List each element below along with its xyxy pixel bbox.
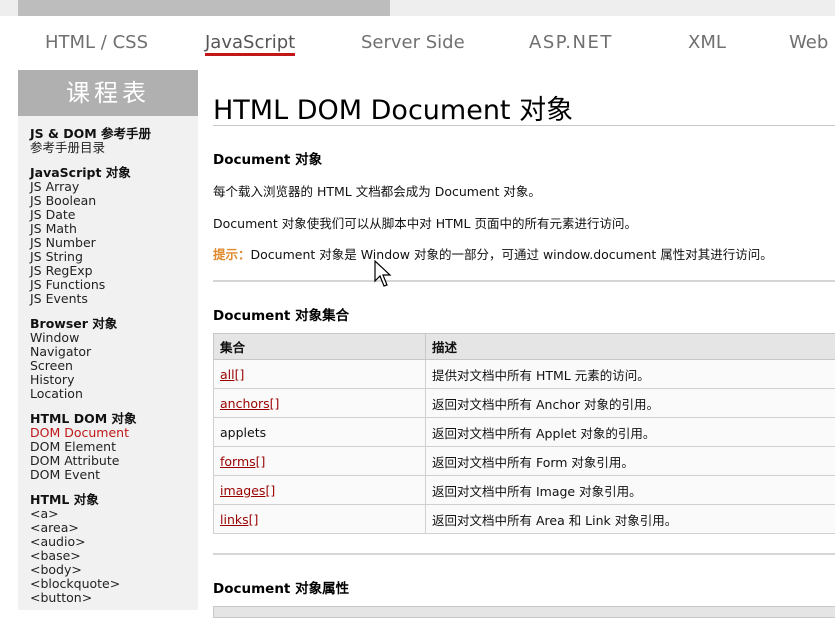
sidebar-item-dom-attribute[interactable]: DOM Attribute bbox=[30, 454, 198, 468]
section-heading-properties: Document 对象属性 bbox=[213, 577, 349, 597]
table-cell-description: 返回对文档中所有 Form 对象引用。 bbox=[426, 447, 835, 476]
sidebar-item-js-functions[interactable]: JS Functions bbox=[30, 278, 198, 292]
sidebar-item-tag-area[interactable]: <area> bbox=[30, 521, 198, 535]
link-all[interactable]: all[] bbox=[220, 367, 244, 382]
sidebar-item-tag-base[interactable]: <base> bbox=[30, 549, 198, 563]
sidebar-group-javascript: JavaScript 对象 JS Array JS Boolean JS Dat… bbox=[18, 165, 198, 306]
sidebar-item-tag-a[interactable]: <a> bbox=[30, 507, 198, 521]
sidebar-item-dom-event[interactable]: DOM Event bbox=[30, 468, 198, 482]
sidebar-item-tag-body[interactable]: <body> bbox=[30, 563, 198, 577]
sidebar-item-js-math[interactable]: JS Math bbox=[30, 222, 198, 236]
sidebar-item-tag-button[interactable]: <button> bbox=[30, 591, 198, 605]
table-header-row: 集合 描述 bbox=[214, 334, 835, 360]
table-cell-description: 返回对文档中所有 Area 和 Link 对象引用。 bbox=[426, 505, 835, 534]
column-header-description: 描述 bbox=[426, 334, 835, 360]
table-row: links[] 返回对文档中所有 Area 和 Link 对象引用。 bbox=[214, 505, 835, 534]
sidebar-group-title: HTML DOM 对象 bbox=[30, 411, 198, 426]
sidebar-item-js-date[interactable]: JS Date bbox=[30, 208, 198, 222]
sidebar-group-html-objects: HTML 对象 <a> <area> <audio> <base> <body>… bbox=[18, 492, 198, 605]
top-bar-highlight bbox=[18, 0, 390, 16]
tab-web[interactable]: Web bbox=[789, 32, 828, 53]
sidebar-group-html-dom: HTML DOM 对象 DOM Document DOM Element DOM… bbox=[18, 411, 198, 482]
tip-label: 提示： bbox=[213, 247, 251, 262]
sidebar-item-dom-document[interactable]: DOM Document bbox=[30, 426, 198, 440]
table-row: anchors[] 返回对文档中所有 Anchor 对象的引用。 bbox=[214, 389, 835, 418]
tab-xml[interactable]: XML bbox=[688, 32, 726, 53]
sidebar-item-js-array[interactable]: JS Array bbox=[30, 180, 198, 194]
sidebar-header: 课程表 bbox=[18, 70, 198, 116]
paragraph-document-intro: 每个载入浏览器的 HTML 文档都会成为 Document 对象。 bbox=[213, 181, 541, 200]
sidebar-item-window[interactable]: Window bbox=[30, 331, 198, 345]
link-images[interactable]: images[] bbox=[220, 483, 275, 498]
table-cell-name: images[] bbox=[214, 476, 426, 505]
table-cell-name: all[] bbox=[214, 360, 426, 389]
sidebar-item-location[interactable]: Location bbox=[30, 387, 198, 401]
collections-table: 集合 描述 all[] 提供对文档中所有 HTML 元素的访问。 anchors… bbox=[213, 333, 835, 534]
sidebar-group-title: Browser 对象 bbox=[30, 316, 198, 331]
top-bar bbox=[0, 0, 835, 16]
sidebar-group-title: JavaScript 对象 bbox=[30, 165, 198, 180]
table-row: images[] 返回对文档中所有 Image 对象引用。 bbox=[214, 476, 835, 505]
tab-html-css[interactable]: HTML / CSS bbox=[45, 32, 148, 53]
sidebar-item-tag-audio[interactable]: <audio> bbox=[30, 535, 198, 549]
title-divider bbox=[213, 125, 835, 126]
link-anchors[interactable]: anchors[] bbox=[220, 396, 279, 411]
table-cell-name: applets bbox=[214, 418, 426, 447]
section-heading-collections: Document 对象集合 bbox=[213, 304, 349, 324]
sidebar-item-screen[interactable]: Screen bbox=[30, 359, 198, 373]
tip-paragraph: 提示：Document 对象是 Window 对象的一部分，可通过 window… bbox=[213, 244, 773, 263]
sidebar-item-js-events[interactable]: JS Events bbox=[30, 292, 198, 306]
link-forms[interactable]: forms[] bbox=[220, 454, 265, 469]
tip-text: Document 对象是 Window 对象的一部分，可通过 window.do… bbox=[251, 247, 773, 262]
table-cell-description: 返回对文档中所有 Applet 对象的引用。 bbox=[426, 418, 835, 447]
sidebar-item-dom-element[interactable]: DOM Element bbox=[30, 440, 198, 454]
table-cell-name: anchors[] bbox=[214, 389, 426, 418]
tab-aspnet[interactable]: ASP.NET bbox=[529, 32, 613, 53]
mouse-pointer-icon bbox=[374, 260, 394, 288]
sidebar-group-title: HTML 对象 bbox=[30, 492, 198, 507]
page-title: HTML DOM Document 对象 bbox=[213, 88, 573, 127]
sidebar-item-js-string[interactable]: JS String bbox=[30, 250, 198, 264]
table-row: applets 返回对文档中所有 Applet 对象的引用。 bbox=[214, 418, 835, 447]
top-nav: HTML / CSS JavaScript Server Side ASP.NE… bbox=[18, 24, 835, 62]
properties-table-header bbox=[213, 606, 835, 618]
tab-javascript[interactable]: JavaScript bbox=[205, 32, 295, 56]
sidebar-item-js-number[interactable]: JS Number bbox=[30, 236, 198, 250]
table-cell-description: 返回对文档中所有 Image 对象引用。 bbox=[426, 476, 835, 505]
table-row: forms[] 返回对文档中所有 Form 对象引用。 bbox=[214, 447, 835, 476]
tab-server-side[interactable]: Server Side bbox=[361, 32, 465, 53]
paragraph-document-access: Document 对象使我们可以从脚本中对 HTML 页面中的所有元素进行访问。 bbox=[213, 213, 637, 232]
sidebar-item-js-regexp[interactable]: JS RegExp bbox=[30, 264, 198, 278]
section-divider bbox=[213, 553, 835, 555]
sidebar-item-js-boolean[interactable]: JS Boolean bbox=[30, 194, 198, 208]
table-row: all[] 提供对文档中所有 HTML 元素的访问。 bbox=[214, 360, 835, 389]
section-heading-document: Document 对象 bbox=[213, 148, 322, 168]
link-links[interactable]: links[] bbox=[220, 512, 258, 527]
table-cell-name: links[] bbox=[214, 505, 426, 534]
section-divider bbox=[213, 280, 835, 282]
sidebar-group-reference: JS & DOM 参考手册 参考手册目录 bbox=[18, 126, 198, 155]
table-cell-description: 提供对文档中所有 HTML 元素的访问。 bbox=[426, 360, 835, 389]
sidebar-item-navigator[interactable]: Navigator bbox=[30, 345, 198, 359]
table-cell-name: forms[] bbox=[214, 447, 426, 476]
sidebar-item-reference-index[interactable]: 参考手册目录 bbox=[30, 141, 198, 155]
sidebar-group-browser: Browser 对象 Window Navigator Screen Histo… bbox=[18, 316, 198, 401]
sidebar: 课程表 JS & DOM 参考手册 参考手册目录 JavaScript 对象 J… bbox=[18, 70, 198, 610]
table-cell-description: 返回对文档中所有 Anchor 对象的引用。 bbox=[426, 389, 835, 418]
sidebar-item-history[interactable]: History bbox=[30, 373, 198, 387]
column-header-collection: 集合 bbox=[214, 334, 426, 360]
sidebar-group-title: JS & DOM 参考手册 bbox=[30, 126, 198, 141]
sidebar-item-tag-blockquote[interactable]: <blockquote> bbox=[30, 577, 198, 591]
